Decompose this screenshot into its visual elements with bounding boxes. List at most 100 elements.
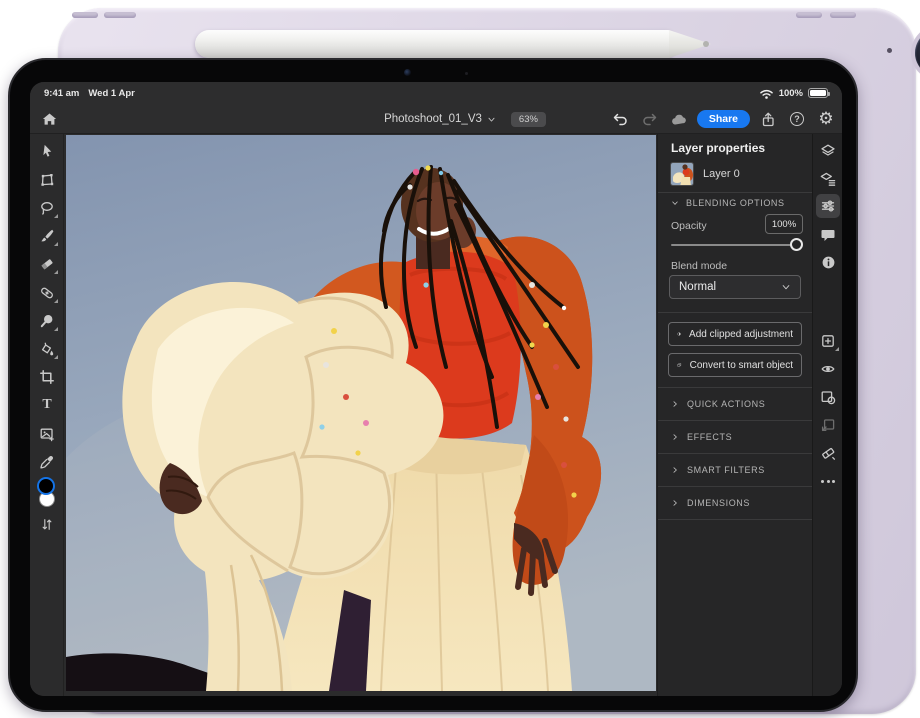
apple-pencil	[195, 30, 671, 58]
smart-filters-label: SMART FILTERS	[687, 465, 765, 475]
section-dimensions[interactable]: DIMENSIONS	[658, 486, 812, 519]
ipad-front: 9:41 am Wed 1 Apr 100% Photoshoot_01_	[8, 58, 858, 712]
photo-canvas[interactable]	[66, 135, 656, 691]
photoshop-app: 9:41 am Wed 1 Apr 100% Photoshoot_01_	[30, 82, 842, 696]
add-clipped-adjustment-button[interactable]: Add clipped adjustment	[668, 322, 802, 346]
chevron-right-icon	[671, 400, 679, 408]
convert-smart-object-label: Convert to smart object	[690, 360, 793, 371]
help-button[interactable]: ?	[786, 108, 808, 130]
tool-bar: T	[30, 134, 64, 696]
clone-stamp-tool[interactable]	[38, 312, 56, 330]
clipping-mask-button[interactable]	[819, 416, 837, 434]
chevron-right-icon	[671, 466, 679, 474]
quick-actions-label: QUICK ACTIONS	[687, 399, 765, 409]
section-effects[interactable]: EFFECTS	[658, 420, 812, 453]
status-left: 9:41 am Wed 1 Apr	[44, 88, 135, 99]
eyedropper-tool[interactable]	[38, 453, 56, 471]
chevron-down-icon	[781, 282, 791, 292]
smart-object-icon	[677, 358, 682, 372]
opacity-slider[interactable]	[671, 244, 799, 246]
rear-mic	[887, 48, 892, 53]
foreground-color-swatch[interactable]	[37, 477, 55, 495]
undo-button[interactable]	[610, 108, 632, 130]
top-toolbar: Photoshoot_01_V3 63% Share	[30, 104, 842, 134]
status-bar: 9:41 am Wed 1 Apr 100%	[30, 82, 842, 104]
layer-row[interactable]: Layer 0	[665, 160, 806, 188]
top-button	[796, 12, 822, 18]
layer-name: Layer 0	[703, 168, 740, 180]
volume-down-button	[104, 12, 136, 18]
clock: 9:41 am	[44, 88, 79, 99]
ellipsis-icon	[821, 480, 835, 483]
blend-mode-dropdown[interactable]: Normal	[669, 275, 801, 299]
home-button[interactable]	[38, 109, 60, 129]
blend-mode-label: Blend mode	[671, 260, 727, 272]
battery-icon	[808, 88, 828, 98]
healing-tool[interactable]	[38, 284, 56, 302]
info-button[interactable]	[819, 253, 837, 271]
section-smart-filters[interactable]: SMART FILTERS	[658, 453, 812, 486]
eraser-button[interactable]	[819, 444, 837, 462]
opacity-label: Opacity	[671, 220, 707, 232]
adjustment-icon	[677, 327, 681, 341]
opacity-value[interactable]: 100%	[765, 214, 803, 234]
date: Wed 1 Apr	[88, 88, 134, 99]
wifi-icon	[759, 87, 774, 100]
more-options-button[interactable]	[819, 472, 837, 490]
crop-tool[interactable]	[38, 368, 56, 386]
adjustments-button[interactable]	[816, 194, 840, 218]
move-tool[interactable]	[38, 142, 56, 160]
document-title-group[interactable]: Photoshoot_01_V3 63%	[360, 104, 570, 134]
add-layer-button[interactable]	[819, 332, 837, 350]
redo-button[interactable]	[639, 108, 661, 130]
swap-colors-button[interactable]	[38, 515, 56, 533]
chevron-right-icon	[671, 433, 679, 441]
type-tool-glyph: T	[42, 397, 51, 413]
help-icon: ?	[794, 114, 800, 124]
panel-title: Layer properties	[671, 141, 765, 155]
add-clipped-adjustment-label: Add clipped adjustment	[689, 329, 793, 340]
front-mic	[465, 72, 468, 75]
blending-options-header[interactable]: BLENDING OPTIONS	[671, 198, 785, 208]
canvas-area[interactable]	[64, 134, 657, 696]
eraser-tool[interactable]	[38, 255, 56, 273]
volume-up-button	[72, 12, 98, 18]
effects-label: EFFECTS	[687, 432, 732, 442]
export-icon[interactable]	[757, 108, 779, 130]
document-title[interactable]: Photoshoot_01_V3	[384, 113, 482, 125]
chevron-right-icon	[671, 499, 679, 507]
dimensions-label: DIMENSIONS	[687, 498, 750, 508]
brush-tool[interactable]	[38, 227, 56, 245]
type-tool[interactable]: T	[38, 396, 56, 414]
layer-mask-button[interactable]	[819, 388, 837, 406]
cloud-sync-icon[interactable]	[668, 108, 690, 130]
blending-options-label: BLENDING OPTIONS	[686, 198, 785, 208]
chevron-down-icon	[487, 115, 496, 124]
chevron-down-icon	[671, 199, 679, 207]
layer-properties-panel: Layer properties Layer 0 BLENDING OPTION…	[657, 134, 812, 696]
task-rail	[812, 134, 842, 696]
transform-tool[interactable]	[38, 171, 56, 189]
share-button[interactable]: Share	[697, 110, 750, 128]
front-camera	[404, 69, 411, 76]
place-photo-tool[interactable]	[38, 425, 56, 443]
blend-mode-value: Normal	[679, 281, 716, 293]
layer-visibility-button[interactable]	[819, 360, 837, 378]
convert-smart-object-button[interactable]: Convert to smart object	[668, 353, 802, 377]
hero-scene: 9:41 am Wed 1 Apr 100% Photoshoot_01_	[0, 0, 920, 718]
gear-icon: ⚙	[818, 109, 833, 129]
layers-button[interactable]	[819, 142, 837, 160]
layer-properties-button[interactable]	[819, 170, 837, 188]
rear-camera	[915, 29, 920, 77]
apple-pencil-point	[703, 41, 709, 47]
lasso-tool[interactable]	[38, 199, 56, 217]
fill-tool[interactable]	[38, 340, 56, 358]
settings-button[interactable]: ⚙	[815, 108, 837, 130]
status-right: 100%	[759, 87, 828, 100]
battery-percent: 100%	[779, 88, 803, 99]
opacity-slider-knob[interactable]	[790, 238, 803, 251]
zoom-level-badge[interactable]: 63%	[511, 112, 546, 127]
layer-thumbnail	[670, 162, 694, 186]
section-quick-actions[interactable]: QUICK ACTIONS	[658, 387, 812, 420]
comments-button[interactable]	[819, 225, 837, 243]
